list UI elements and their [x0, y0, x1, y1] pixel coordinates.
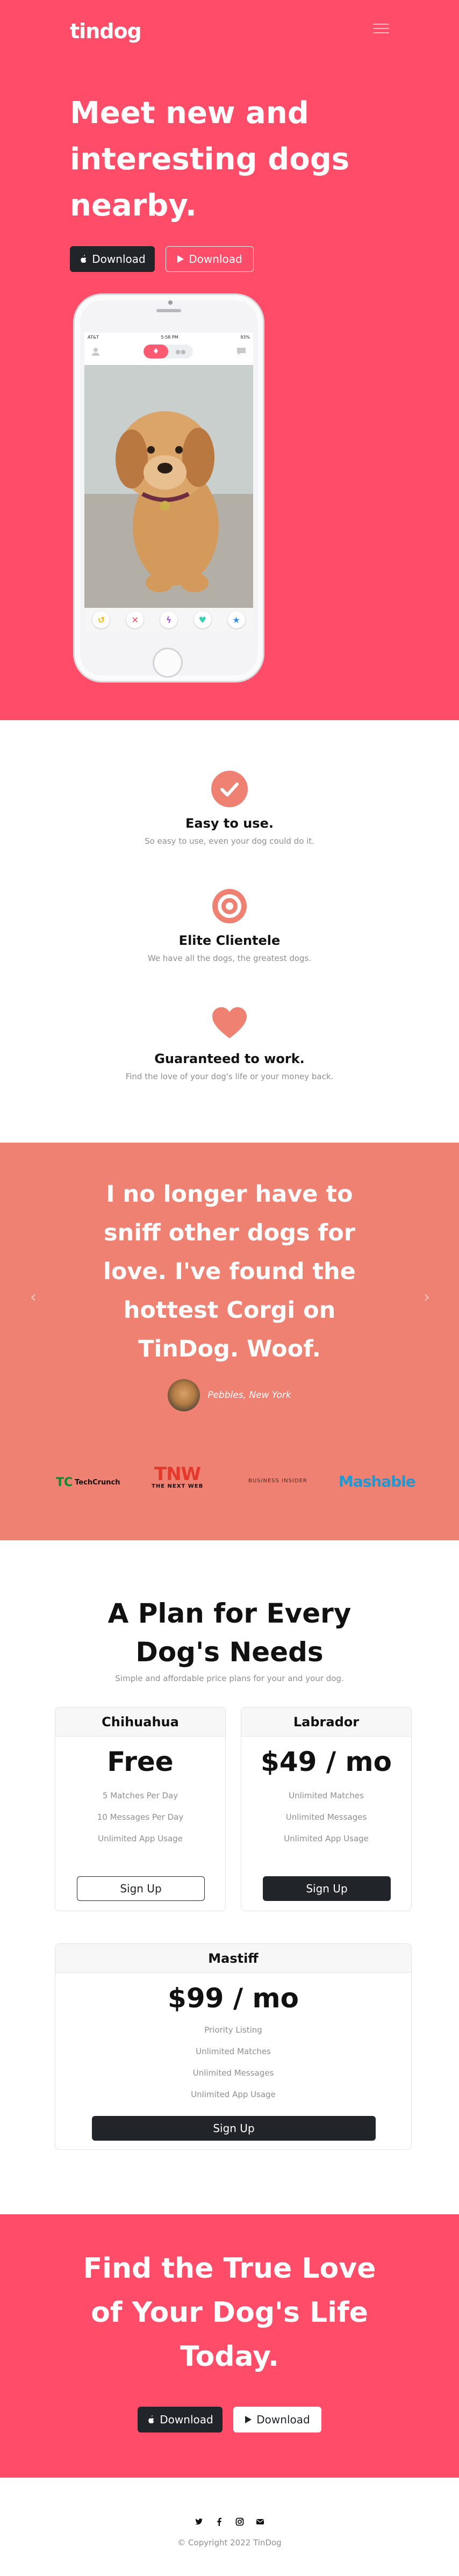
tnw-label: TNW	[154, 1463, 201, 1485]
cta-apple-download-label: Download	[160, 2413, 213, 2426]
super-like-icon[interactable]: ★	[227, 611, 245, 628]
phone-speaker	[156, 309, 181, 312]
plan-feature: Unlimited Matches	[289, 1791, 364, 1800]
carousel-next-icon[interactable]: ›	[424, 1288, 430, 1307]
hero-section: tindog Meet new and interesting dogs nea…	[0, 0, 459, 720]
apple-icon	[148, 2415, 154, 2423]
feature-text: So easy to use, even your dog could do i…	[144, 836, 315, 846]
feature-text: Find the love of your dog's life or your…	[125, 1072, 334, 1081]
play-icon	[245, 2416, 252, 2423]
social-links	[0, 2517, 459, 2526]
dislike-icon[interactable]: ✕	[126, 611, 144, 628]
facebook-icon[interactable]	[215, 2517, 224, 2526]
profile-icon	[92, 348, 99, 356]
menu-toggle-icon[interactable]	[373, 24, 389, 35]
cta-section: Find the True Love of Your Dog's Life To…	[0, 2214, 459, 2478]
plan-feature: Unlimited App Usage	[284, 1834, 369, 1843]
techcrunch-label: TechCrunch	[75, 1479, 120, 1487]
feature-easy-to-use: Easy to use. So easy to use, even your d…	[0, 771, 459, 846]
plan-name: Mastiff	[55, 1944, 411, 1973]
feature-text: We have all the dogs, the greatest dogs.	[147, 953, 312, 963]
mashable-logo: Mashable	[339, 1473, 416, 1490]
plan-card-labrador: Labrador $49 / mo Unlimited Matches Unli…	[241, 1707, 412, 1911]
plan-price: $49 / mo	[261, 1746, 392, 1777]
apple-icon	[81, 255, 87, 263]
play-icon	[177, 255, 184, 263]
feature-title: Elite Clientele	[178, 933, 281, 948]
pricing-subtitle: Simple and affordable price plans for yo…	[115, 1674, 344, 1683]
phone-camera	[168, 300, 173, 305]
apple-download-label: Download	[92, 253, 146, 266]
google-play-download-label: Download	[189, 253, 242, 266]
business-insider-logo: BUSINESS INSIDER	[248, 1478, 307, 1484]
carrier-label: AT&T	[88, 335, 99, 340]
iphone-mockup: AT&T 5:58 PM 93% ♦ ●● ↺ ✕ ϟ ♥ ★	[73, 293, 264, 683]
app-top-bar: ♦ ●●	[84, 342, 253, 361]
cta-apple-download-button[interactable]: Download	[138, 2407, 223, 2433]
feature-title: Guaranteed to work.	[154, 1051, 305, 1066]
sign-up-button-labrador[interactable]: Sign Up	[263, 1876, 391, 1901]
testimonial-quote: I no longer have to sniff other dogs for…	[103, 1181, 356, 1362]
twitter-icon[interactable]	[195, 2517, 203, 2526]
sign-up-button-mastiff[interactable]: Sign Up	[92, 2116, 376, 2141]
tnw-sub-label: THE NEXT WEB	[152, 1483, 204, 1489]
sign-up-button-chihuahua[interactable]: Sign Up	[77, 1876, 205, 1901]
feature-elite-clientele: Elite Clientele We have all the dogs, th…	[0, 888, 459, 963]
tnw-logo: TNW THE NEXT WEB	[152, 1465, 203, 1489]
cta-title: Find the True Love of Your Dog's Life To…	[83, 2252, 376, 2373]
phone-status-bar: AT&T 5:58 PM 93%	[84, 333, 253, 342]
testimonial-author: Pebbles, New York	[0, 1379, 459, 1411]
bullseye-icon	[211, 888, 248, 924]
envelope-icon[interactable]	[256, 2517, 264, 2526]
plan-name: Labrador	[241, 1707, 411, 1737]
feature-guaranteed: Guaranteed to work. Find the love of you…	[0, 1006, 459, 1081]
battery-label: 93%	[240, 335, 250, 340]
swipe-actions-bar: ↺ ✕ ϟ ♥ ★	[84, 608, 253, 632]
plan-feature: Unlimited Messages	[285, 1812, 367, 1822]
boost-icon[interactable]: ϟ	[160, 611, 177, 628]
plan-card-mastiff: Mastiff $99 / mo Priority Listing Unlimi…	[55, 1943, 412, 2150]
plan-name: Chihuahua	[55, 1707, 225, 1737]
phone-home-button	[153, 648, 183, 678]
avatar	[168, 1379, 200, 1411]
rewind-icon[interactable]: ↺	[92, 611, 110, 628]
hero-title: Meet new and interesting dogs nearby.	[70, 96, 350, 223]
feature-title: Easy to use.	[185, 816, 274, 831]
carousel-prev-icon[interactable]: ‹	[30, 1288, 37, 1307]
plan-card-chihuahua: Chihuahua Free 5 Matches Per Day 10 Mess…	[55, 1707, 226, 1911]
cta-google-play-download-button[interactable]: Download	[233, 2407, 321, 2433]
mode-toggle: ♦ ●●	[144, 345, 193, 358]
techcrunch-logo: TC TechCrunch	[56, 1476, 120, 1489]
pricing-title: A Plan for Every Dog's Needs	[107, 1598, 352, 1668]
plan-feature: 10 Messages Per Day	[97, 1812, 184, 1822]
plan-feature: Unlimited App Usage	[191, 2090, 276, 2099]
phone-screen: AT&T 5:58 PM 93% ♦ ●● ↺ ✕ ϟ ♥ ★	[84, 333, 253, 632]
social-icon: ●●	[175, 348, 186, 355]
like-icon[interactable]: ♥	[193, 611, 211, 628]
heart-icon	[211, 1006, 248, 1043]
cta-google-play-download-label: Download	[256, 2413, 310, 2426]
plan-price: Free	[107, 1746, 174, 1777]
dog-photo	[84, 365, 253, 608]
google-play-download-button[interactable]: Download	[166, 246, 254, 272]
plan-price: $99 / mo	[168, 1983, 299, 2014]
plan-feature: Priority Listing	[204, 2025, 262, 2035]
plan-feature: 5 Matches Per Day	[102, 1791, 178, 1800]
copyright-text: © Copyright 2022 TinDog	[177, 2538, 282, 2548]
press-logos: TC TechCrunch TNW THE NEXT WEB BUSINESS …	[0, 1465, 459, 1497]
testimonial-section: ‹ › I no longer have to sniff other dogs…	[0, 1143, 459, 1540]
apple-download-button[interactable]: Download	[70, 246, 155, 272]
author-name: Pebbles, New York	[207, 1390, 291, 1401]
plan-feature: Unlimited Matches	[196, 2047, 271, 2056]
flame-icon: ♦	[144, 345, 168, 358]
time-label: 5:58 PM	[161, 335, 178, 340]
plan-feature: Unlimited Messages	[192, 2068, 274, 2078]
instagram-icon[interactable]	[235, 2517, 244, 2526]
plan-feature: Unlimited App Usage	[98, 1834, 183, 1843]
chat-icon	[237, 348, 246, 355]
brand-logo[interactable]: tindog	[70, 19, 142, 43]
check-circle-icon	[211, 771, 248, 807]
